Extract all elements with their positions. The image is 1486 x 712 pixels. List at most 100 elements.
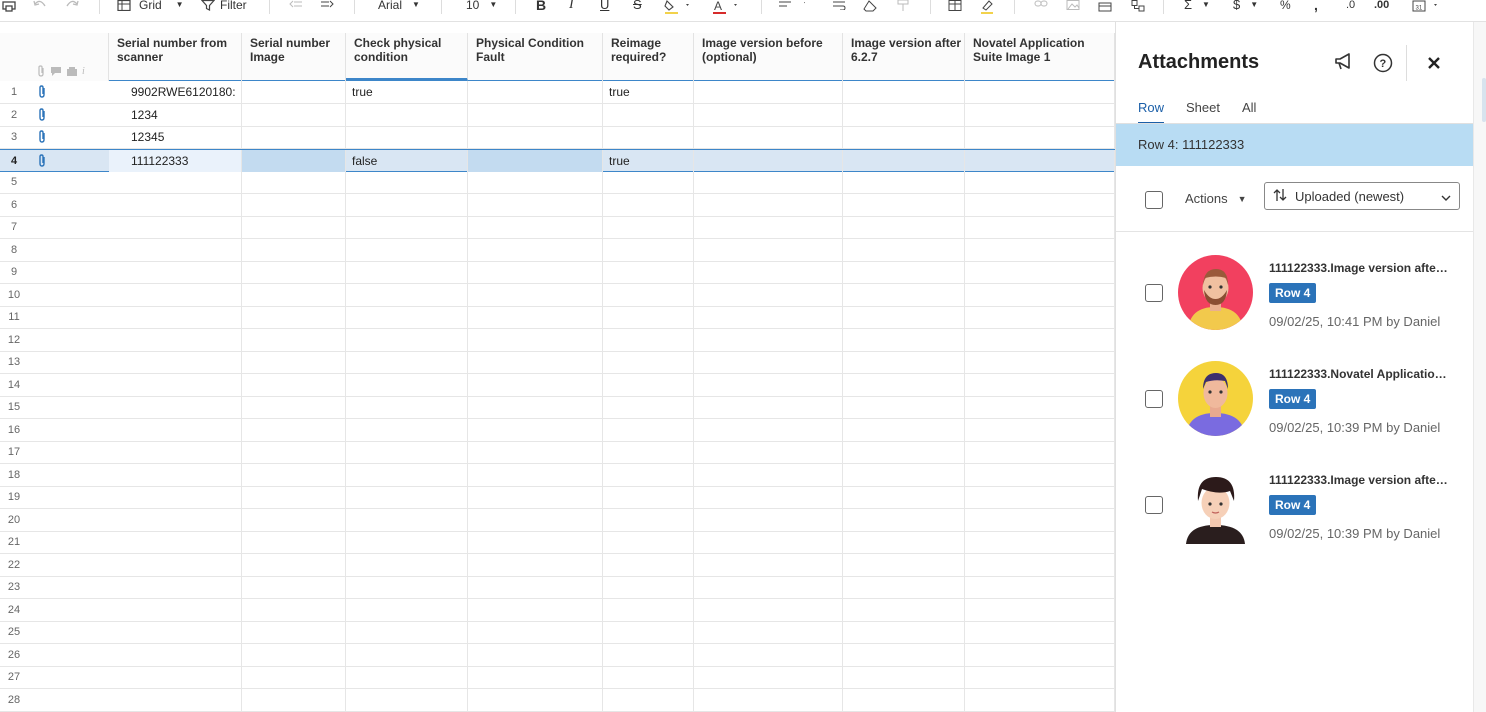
table-cell[interactable] [843, 598, 965, 621]
table-cell[interactable] [468, 531, 603, 553]
table-cell[interactable] [346, 238, 468, 261]
table-cell[interactable]: true [603, 149, 694, 172]
row-number[interactable]: 22 [0, 554, 28, 576]
row-number[interactable]: 21 [0, 531, 28, 553]
view-switcher[interactable]: Grid ▼ [117, 0, 184, 14]
table-cell[interactable] [694, 666, 843, 688]
table-cell[interactable] [109, 553, 242, 576]
table-cell[interactable] [468, 261, 603, 283]
table-cell[interactable] [468, 283, 603, 306]
row-number[interactable]: 2 [0, 104, 28, 126]
table-row[interactable]: 12 [0, 328, 1115, 352]
table-cell[interactable] [694, 621, 843, 643]
table-cell[interactable] [346, 486, 468, 508]
row-number[interactable]: 12 [0, 329, 28, 351]
table-cell[interactable] [843, 418, 965, 441]
table-cell[interactable] [843, 441, 965, 463]
font-size-select[interactable]: 10 ▼ [466, 0, 497, 14]
currency-icon[interactable]: $ ▼ [1233, 0, 1258, 14]
table-cell[interactable] [603, 261, 694, 283]
table-row[interactable]: 21 [0, 531, 1115, 554]
table-cell[interactable] [346, 283, 468, 306]
table-cell[interactable] [242, 103, 346, 126]
table-cell[interactable] [694, 103, 843, 126]
table-row[interactable]: 7 [0, 216, 1115, 239]
fill-color-icon[interactable] [664, 0, 690, 14]
table-cell[interactable] [843, 621, 965, 643]
attachment-icon[interactable] [37, 85, 47, 101]
table-cell[interactable] [242, 688, 346, 711]
table-cell[interactable] [346, 441, 468, 463]
table-cell[interactable] [965, 418, 1115, 441]
table-cell[interactable] [468, 621, 603, 643]
table-cell[interactable] [843, 261, 965, 283]
table-cell[interactable] [468, 81, 603, 103]
table-cell[interactable] [843, 531, 965, 553]
table-cell[interactable] [965, 486, 1115, 508]
row-number[interactable]: 10 [0, 284, 28, 306]
table-cell[interactable] [468, 441, 603, 463]
table-cell[interactable] [603, 508, 694, 531]
table-cell[interactable] [346, 351, 468, 373]
table-cell[interactable] [468, 553, 603, 576]
table-cell[interactable] [965, 328, 1115, 351]
help-icon[interactable]: ? [1373, 53, 1393, 78]
table-cell[interactable] [468, 193, 603, 216]
table-cell[interactable] [468, 598, 603, 621]
table-cell[interactable] [603, 688, 694, 711]
row-number[interactable]: 8 [0, 239, 28, 261]
row-number[interactable]: 23 [0, 576, 28, 598]
table-cell[interactable] [242, 261, 346, 283]
table-cell[interactable] [468, 306, 603, 328]
table-cell[interactable]: true [346, 81, 468, 103]
table-cell[interactable] [346, 463, 468, 486]
table-cell[interactable] [346, 531, 468, 553]
strikethrough-icon[interactable]: S [633, 0, 642, 14]
table-cell[interactable] [694, 126, 843, 148]
table-cell[interactable] [965, 688, 1115, 711]
table-row[interactable]: 20 [0, 508, 1115, 532]
table-row[interactable]: 4 111122333 false true [0, 148, 1115, 172]
table-cell[interactable]: true [603, 81, 694, 103]
table-cell[interactable] [242, 643, 346, 666]
table-cell[interactable] [603, 531, 694, 553]
table-cell[interactable] [242, 598, 346, 621]
row-number[interactable]: 15 [0, 396, 28, 418]
table-cell[interactable] [843, 576, 965, 598]
table-cell[interactable] [694, 531, 843, 553]
table-cell[interactable] [346, 508, 468, 531]
table-cell[interactable] [242, 508, 346, 531]
table-cell[interactable] [603, 373, 694, 396]
table-cell[interactable] [242, 216, 346, 238]
table-cell[interactable] [109, 576, 242, 598]
row-number[interactable]: 25 [0, 621, 28, 643]
table-cell[interactable] [965, 373, 1115, 396]
table-cell[interactable] [603, 598, 694, 621]
table-cell[interactable] [603, 643, 694, 666]
table-cell[interactable] [965, 193, 1115, 216]
column-header[interactable]: Physical Condition Fault [468, 33, 603, 81]
table-cell[interactable] [468, 328, 603, 351]
table-row[interactable]: 25 [0, 621, 1115, 644]
table-row[interactable]: 24 [0, 598, 1115, 622]
row-number[interactable]: 24 [0, 599, 28, 621]
table-cell[interactable] [603, 193, 694, 216]
table-cell[interactable] [694, 149, 843, 172]
link-icon[interactable] [1034, 0, 1048, 14]
row-number[interactable]: 19 [0, 486, 28, 508]
row-number[interactable]: 27 [0, 666, 28, 688]
column-header[interactable]: Serial number Image [242, 33, 346, 81]
outdent-icon[interactable] [289, 0, 303, 14]
table-cell[interactable] [694, 283, 843, 306]
table-cell[interactable] [843, 486, 965, 508]
table-cell[interactable] [603, 418, 694, 441]
table-cell[interactable] [346, 598, 468, 621]
table-row[interactable]: 19 [0, 486, 1115, 509]
row-number[interactable]: 11 [0, 306, 28, 328]
sum-icon[interactable]: Σ ▼ [1184, 0, 1210, 14]
table-cell[interactable] [694, 306, 843, 328]
table-cell[interactable] [843, 643, 965, 666]
column-header[interactable]: Novatel Application Suite Image 1 [965, 33, 1115, 81]
table-cell[interactable] [843, 149, 965, 172]
table-cell[interactable] [109, 531, 242, 553]
